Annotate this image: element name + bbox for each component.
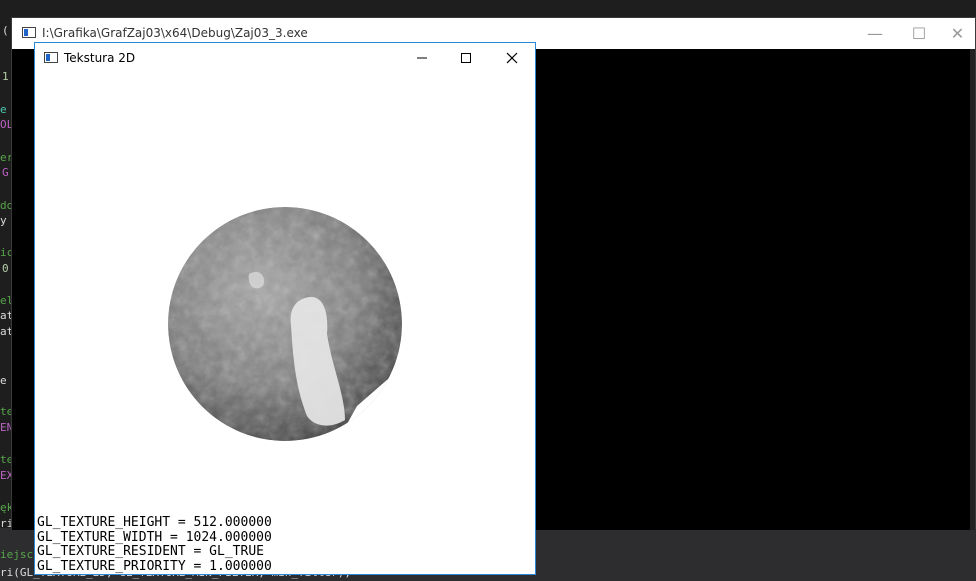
maximize-icon xyxy=(461,53,471,63)
code-fragment: e xyxy=(0,374,7,387)
minimize-icon xyxy=(417,57,427,59)
minimize-icon: — xyxy=(867,24,883,43)
texture-window-title: Tekstura 2D xyxy=(64,51,136,65)
console-title: I:\Grafika\GrafZaj03\x64\Debug\Zaj03_3.e… xyxy=(42,26,308,40)
code-fragment: y xyxy=(0,214,7,227)
console-app-icon xyxy=(22,27,36,38)
texture-window[interactable]: Tekstura 2D GL_TEXTURE_HEIGHT = 512.0000… xyxy=(34,42,536,575)
code-fragment: e xyxy=(0,103,7,116)
texture-info-text: GL_TEXTURE_HEIGHT = 512.000000 GL_TEXTURE… xyxy=(37,515,272,574)
code-fragment: 0 xyxy=(2,262,9,275)
texture-window-app-icon xyxy=(44,52,58,63)
info-line-width: GL_TEXTURE_WIDTH = 1024.000000 xyxy=(37,529,272,545)
maximize-icon: ☐ xyxy=(911,24,927,43)
console-minimize-button[interactable]: — xyxy=(852,18,898,49)
texture-window-titlebar[interactable]: Tekstura 2D xyxy=(35,43,535,73)
code-fragment: G xyxy=(2,166,9,179)
console-scrollbar[interactable] xyxy=(970,49,975,530)
info-line-resident: GL_TEXTURE_RESIDENT = GL_TRUE xyxy=(37,544,264,559)
texture-window-close-button[interactable] xyxy=(489,43,535,73)
info-line-height: GL_TEXTURE_HEIGHT = 512.000000 xyxy=(37,515,272,530)
console-close-button[interactable]: ✕ xyxy=(940,18,975,49)
texture-window-minimize-button[interactable] xyxy=(399,43,445,73)
texture-window-maximize-button[interactable] xyxy=(443,43,489,73)
textured-sphere xyxy=(168,207,402,441)
code-fragment: 1 xyxy=(2,70,9,83)
close-icon xyxy=(506,52,518,64)
opengl-canvas[interactable]: GL_TEXTURE_HEIGHT = 512.000000 GL_TEXTURE… xyxy=(35,73,535,574)
console-maximize-button[interactable]: ☐ xyxy=(896,18,942,49)
close-icon: ✕ xyxy=(950,24,965,43)
code-fragment: ( xyxy=(2,24,9,37)
code-fragment: iejsc xyxy=(0,548,34,561)
info-line-priority: GL_TEXTURE_PRIORITY = 1.000000 xyxy=(37,558,272,574)
